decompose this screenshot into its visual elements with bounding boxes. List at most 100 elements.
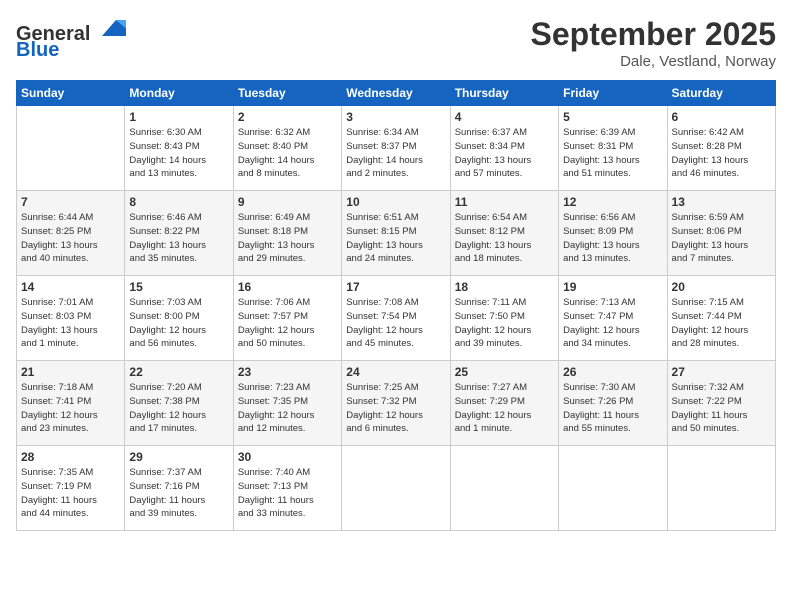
calendar-cell: 16 Sunrise: 7:06 AMSunset: 7:57 PMDayligh… [233, 276, 341, 361]
day-number: 24 [346, 365, 445, 379]
day-info: Sunrise: 7:11 AMSunset: 7:50 PMDaylight:… [455, 296, 554, 351]
calendar-cell: 21 Sunrise: 7:18 AMSunset: 7:41 PMDayligh… [17, 361, 125, 446]
day-number: 7 [21, 195, 120, 209]
weekday-header-sunday: Sunday [17, 81, 125, 106]
calendar-cell: 9Sunrise: 6:49 AMSunset: 8:18 PMDaylight… [233, 191, 341, 276]
calendar-cell [342, 446, 450, 531]
day-number: 5 [563, 110, 662, 124]
day-number: 18 [455, 280, 554, 294]
day-number: 12 [563, 195, 662, 209]
day-info: Sunrise: 7:13 AMSunset: 7:47 PMDaylight:… [563, 296, 662, 351]
day-info: Sunrise: 6:54 AMSunset: 8:12 PMDaylight:… [455, 211, 554, 266]
day-info: Sunrise: 6:37 AMSunset: 8:34 PMDaylight:… [455, 126, 554, 181]
calendar-table: SundayMondayTuesdayWednesdayThursdayFrid… [16, 80, 776, 531]
calendar-cell: 2 Sunrise: 6:32 AMSunset: 8:40 PMDaylight… [233, 106, 341, 191]
calendar-cell: 17 Sunrise: 7:08 AMSunset: 7:54 PMDayligh… [342, 276, 450, 361]
day-info: Sunrise: 6:56 AMSunset: 8:09 PMDaylight:… [563, 211, 662, 266]
calendar-cell: 13Sunrise: 6:59 AMSunset: 8:06 PMDayligh… [667, 191, 775, 276]
weekday-header-tuesday: Tuesday [233, 81, 341, 106]
calendar-cell: 28 Sunrise: 7:35 AMSunset: 7:19 PMDayligh… [17, 446, 125, 531]
calendar-cell: 23Sunrise: 7:23 AMSunset: 7:35 PMDayligh… [233, 361, 341, 446]
calendar-cell: 26Sunrise: 7:30 AMSunset: 7:26 PMDayligh… [559, 361, 667, 446]
day-info: Sunrise: 7:08 AMSunset: 7:54 PMDaylight:… [346, 296, 445, 351]
page-header: General Blue September 2025 Dale, Vestla… [16, 16, 776, 70]
day-info: Sunrise: 7:01 AMSunset: 8:03 PMDaylight:… [21, 296, 120, 351]
calendar-cell: 10Sunrise: 6:51 AMSunset: 8:15 PMDayligh… [342, 191, 450, 276]
calendar-cell: 1 Sunrise: 6:30 AMSunset: 8:43 PMDaylight… [125, 106, 233, 191]
weekday-header-thursday: Thursday [450, 81, 558, 106]
day-info: Sunrise: 7:37 AMSunset: 7:16 PMDaylight:… [129, 466, 228, 521]
calendar-cell: 27 Sunrise: 7:32 AMSunset: 7:22 PMDayligh… [667, 361, 775, 446]
day-info: Sunrise: 6:30 AMSunset: 8:43 PMDaylight:… [129, 126, 228, 181]
day-number: 19 [563, 280, 662, 294]
calendar-cell: 8 Sunrise: 6:46 AMSunset: 8:22 PMDaylight… [125, 191, 233, 276]
weekday-header-wednesday: Wednesday [342, 81, 450, 106]
day-number: 1 [129, 110, 228, 124]
calendar-cell [667, 446, 775, 531]
day-number: 20 [672, 280, 771, 294]
day-number: 2 [238, 110, 337, 124]
day-info: Sunrise: 7:06 AMSunset: 7:57 PMDaylight:… [238, 296, 337, 351]
calendar-cell: 15Sunrise: 7:03 AMSunset: 8:00 PMDayligh… [125, 276, 233, 361]
day-info: Sunrise: 7:20 AMSunset: 7:38 PMDaylight:… [129, 381, 228, 436]
month-title: September 2025 [531, 16, 776, 53]
calendar-week-row: 21 Sunrise: 7:18 AMSunset: 7:41 PMDayligh… [17, 361, 776, 446]
day-number: 21 [21, 365, 120, 379]
day-number: 29 [129, 450, 228, 464]
calendar-cell: 7 Sunrise: 6:44 AMSunset: 8:25 PMDaylight… [17, 191, 125, 276]
day-number: 4 [455, 110, 554, 124]
weekday-header-friday: Friday [559, 81, 667, 106]
day-number: 17 [346, 280, 445, 294]
day-info: Sunrise: 7:18 AMSunset: 7:41 PMDaylight:… [21, 381, 120, 436]
day-info: Sunrise: 6:59 AMSunset: 8:06 PMDaylight:… [672, 211, 771, 266]
day-number: 30 [238, 450, 337, 464]
day-info: Sunrise: 6:42 AMSunset: 8:28 PMDaylight:… [672, 126, 771, 181]
calendar-week-row: 1 Sunrise: 6:30 AMSunset: 8:43 PMDaylight… [17, 106, 776, 191]
day-number: 15 [129, 280, 228, 294]
day-number: 28 [21, 450, 120, 464]
calendar-cell: 20Sunrise: 7:15 AMSunset: 7:44 PMDayligh… [667, 276, 775, 361]
calendar-cell: 29 Sunrise: 7:37 AMSunset: 7:16 PMDayligh… [125, 446, 233, 531]
day-number: 14 [21, 280, 120, 294]
weekday-header-monday: Monday [125, 81, 233, 106]
calendar-cell [17, 106, 125, 191]
day-info: Sunrise: 6:32 AMSunset: 8:40 PMDaylight:… [238, 126, 337, 181]
day-number: 16 [238, 280, 337, 294]
day-info: Sunrise: 7:30 AMSunset: 7:26 PMDaylight:… [563, 381, 662, 436]
logo-icon [98, 16, 128, 40]
day-number: 27 [672, 365, 771, 379]
calendar-cell: 25Sunrise: 7:27 AMSunset: 7:29 PMDayligh… [450, 361, 558, 446]
logo-blue-text: Blue [16, 39, 59, 61]
calendar-cell: 30 Sunrise: 7:40 AMSunset: 7:13 PMDayligh… [233, 446, 341, 531]
calendar-week-row: 7 Sunrise: 6:44 AMSunset: 8:25 PMDaylight… [17, 191, 776, 276]
day-number: 3 [346, 110, 445, 124]
location-text: Dale, Vestland, Norway [531, 53, 776, 70]
day-info: Sunrise: 7:25 AMSunset: 7:32 PMDaylight:… [346, 381, 445, 436]
calendar-cell: 3 Sunrise: 6:34 AMSunset: 8:37 PMDaylight… [342, 106, 450, 191]
day-info: Sunrise: 6:49 AMSunset: 8:18 PMDaylight:… [238, 211, 337, 266]
day-number: 8 [129, 195, 228, 209]
day-info: Sunrise: 7:40 AMSunset: 7:13 PMDaylight:… [238, 466, 337, 521]
day-info: Sunrise: 6:34 AMSunset: 8:37 PMDaylight:… [346, 126, 445, 181]
day-info: Sunrise: 7:35 AMSunset: 7:19 PMDaylight:… [21, 466, 120, 521]
title-block: September 2025 Dale, Vestland, Norway [531, 16, 776, 70]
calendar-cell: 18 Sunrise: 7:11 AMSunset: 7:50 PMDayligh… [450, 276, 558, 361]
calendar-cell [450, 446, 558, 531]
weekday-header-saturday: Saturday [667, 81, 775, 106]
day-info: Sunrise: 7:23 AMSunset: 7:35 PMDaylight:… [238, 381, 337, 436]
day-info: Sunrise: 7:32 AMSunset: 7:22 PMDaylight:… [672, 381, 771, 436]
calendar-cell: 4 Sunrise: 6:37 AMSunset: 8:34 PMDaylight… [450, 106, 558, 191]
day-number: 6 [672, 110, 771, 124]
calendar-cell: 6 Sunrise: 6:42 AMSunset: 8:28 PMDaylight… [667, 106, 775, 191]
day-number: 10 [346, 195, 445, 209]
day-number: 22 [129, 365, 228, 379]
day-info: Sunrise: 7:27 AMSunset: 7:29 PMDaylight:… [455, 381, 554, 436]
calendar-week-row: 28 Sunrise: 7:35 AMSunset: 7:19 PMDayligh… [17, 446, 776, 531]
calendar-week-row: 14 Sunrise: 7:01 AMSunset: 8:03 PMDayligh… [17, 276, 776, 361]
day-info: Sunrise: 6:46 AMSunset: 8:22 PMDaylight:… [129, 211, 228, 266]
calendar-cell [559, 446, 667, 531]
calendar-cell: 5Sunrise: 6:39 AMSunset: 8:31 PMDaylight… [559, 106, 667, 191]
calendar-cell: 22 Sunrise: 7:20 AMSunset: 7:38 PMDayligh… [125, 361, 233, 446]
day-info: Sunrise: 6:44 AMSunset: 8:25 PMDaylight:… [21, 211, 120, 266]
weekday-header-row: SundayMondayTuesdayWednesdayThursdayFrid… [17, 81, 776, 106]
